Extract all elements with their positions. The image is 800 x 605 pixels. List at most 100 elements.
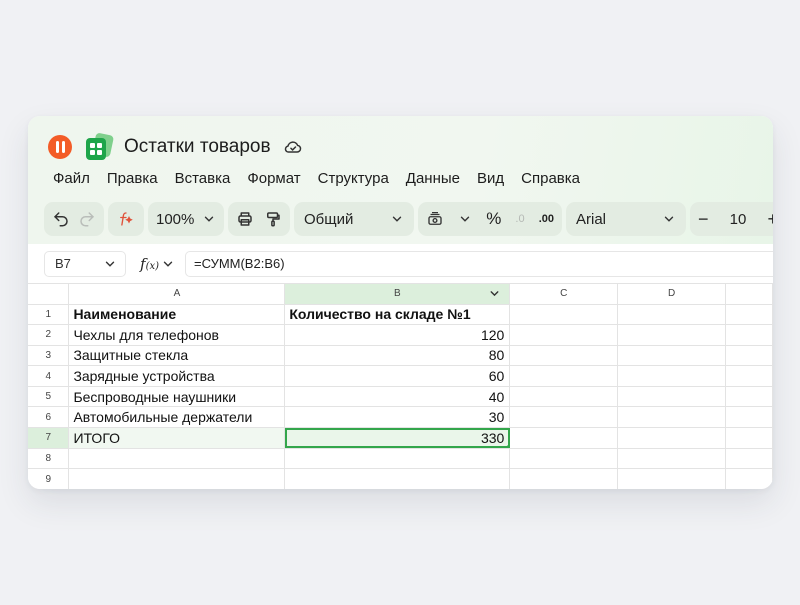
formula-bar: B7 f(x) =СУММ(B2:B6)	[28, 244, 773, 284]
function-button[interactable]: f(x)	[140, 255, 175, 273]
menu-structure[interactable]: Структура	[318, 170, 389, 187]
cell-e3[interactable]	[725, 345, 773, 367]
cell-a5[interactable]: Беспроводные наушники	[68, 386, 286, 408]
ai-formula-button[interactable]	[108, 202, 144, 236]
decrease-decimals-button[interactable]: .0	[515, 202, 524, 236]
cell-c6[interactable]	[509, 406, 619, 429]
font-size-increase-button[interactable]: +	[767, 202, 773, 236]
cell-a1[interactable]: Наименование	[68, 304, 286, 326]
cell-d8[interactable]	[617, 448, 727, 470]
chevron-down-icon	[105, 261, 115, 267]
yandex-logo-icon[interactable]	[48, 135, 72, 159]
column-header-e[interactable]	[725, 284, 773, 305]
number-format-value: Общий	[304, 210, 354, 228]
cell-e5[interactable]	[725, 386, 773, 408]
font-size-decrease-button[interactable]: −	[698, 202, 709, 236]
percent-button[interactable]: %	[486, 202, 501, 236]
redo-button[interactable]	[78, 202, 96, 236]
cell-b5[interactable]: 40	[284, 386, 511, 408]
formula-input[interactable]: =СУММ(B2:B6)	[185, 250, 773, 277]
menu-edit[interactable]: Правка	[107, 170, 158, 187]
ai-function-icon	[120, 212, 133, 226]
cell-b6[interactable]: 30	[284, 406, 511, 429]
table-row: 9	[28, 468, 773, 489]
cell-d9[interactable]	[617, 468, 727, 489]
zoom-value: 100%	[156, 210, 195, 228]
column-header-a[interactable]: A	[68, 284, 286, 305]
cell-c3[interactable]	[509, 345, 619, 367]
cell-c1[interactable]	[509, 304, 619, 326]
cell-b4[interactable]: 60	[284, 365, 511, 387]
cell-d6[interactable]	[617, 406, 727, 429]
menu-data[interactable]: Данные	[406, 170, 460, 187]
cell-a6[interactable]: Автомобильные держатели	[68, 406, 286, 429]
menu-file[interactable]: Файл	[53, 170, 90, 187]
cell-d2[interactable]	[617, 324, 727, 346]
font-size-value[interactable]: 10	[730, 211, 747, 228]
cell-c7[interactable]	[509, 427, 619, 449]
increase-decimals-button[interactable]: .00	[539, 202, 554, 236]
font-select[interactable]: Arial	[566, 202, 686, 236]
cell-e9[interactable]	[725, 468, 773, 489]
cell-a7[interactable]: ИТОГО	[68, 427, 286, 449]
row-header[interactable]: 5	[28, 386, 70, 408]
cell-b2[interactable]: 120	[284, 324, 511, 346]
name-box[interactable]: B7	[44, 250, 126, 277]
menu-view[interactable]: Вид	[477, 170, 504, 187]
column-header-c[interactable]: C	[509, 284, 619, 305]
row-header[interactable]: 3	[28, 345, 70, 367]
cell-c5[interactable]	[509, 386, 619, 408]
cell-a4[interactable]: Зарядные устройства	[68, 365, 286, 387]
cell-c8[interactable]	[509, 448, 619, 470]
cell-e4[interactable]	[725, 365, 773, 387]
row-header[interactable]: 7	[28, 427, 70, 449]
active-cell-b7[interactable]: 330	[284, 427, 511, 449]
cell-b9[interactable]	[284, 468, 511, 489]
undo-redo-group	[44, 202, 104, 236]
fill-handle[interactable]	[506, 444, 509, 448]
print-button[interactable]	[236, 202, 254, 236]
cell-d4[interactable]	[617, 365, 727, 387]
cell-d7[interactable]	[617, 427, 727, 449]
spreadsheet-grid[interactable]: A B C D 1 Наименование Количество на скл…	[28, 284, 773, 489]
cell-d1[interactable]	[617, 304, 727, 326]
menu-help[interactable]: Справка	[521, 170, 580, 187]
column-menu-chevron-icon[interactable]	[488, 287, 501, 300]
cell-e8[interactable]	[725, 448, 773, 470]
cell-a8[interactable]	[68, 448, 286, 470]
zoom-select[interactable]: 100%	[148, 202, 224, 236]
paint-format-button[interactable]	[264, 202, 282, 236]
cell-d3[interactable]	[617, 345, 727, 367]
row-header[interactable]: 2	[28, 324, 70, 346]
cell-c9[interactable]	[509, 468, 619, 489]
menu-format[interactable]: Формат	[247, 170, 300, 187]
cell-a9[interactable]	[68, 468, 286, 489]
column-header-b[interactable]: B	[284, 284, 511, 305]
number-format-select[interactable]: Общий	[294, 202, 414, 236]
document-title[interactable]: Остатки товаров	[124, 136, 271, 158]
menu-insert[interactable]: Вставка	[175, 170, 231, 187]
cell-e1[interactable]	[725, 304, 773, 326]
cell-a3[interactable]: Защитные стекла	[68, 345, 286, 367]
currency-format-button[interactable]	[426, 202, 444, 236]
cell-e7[interactable]	[725, 427, 773, 449]
cell-b1[interactable]: Количество на складе №1	[284, 304, 511, 326]
chevron-down-icon[interactable]	[458, 212, 472, 226]
cell-e6[interactable]	[725, 406, 773, 429]
cell-e2[interactable]	[725, 324, 773, 346]
column-header-d[interactable]: D	[617, 284, 727, 305]
cell-b3[interactable]: 80	[284, 345, 511, 367]
cell-a2[interactable]: Чехлы для телефонов	[68, 324, 286, 346]
undo-button[interactable]	[52, 202, 70, 236]
cell-c4[interactable]	[509, 365, 619, 387]
cloud-saved-icon[interactable]	[283, 137, 303, 157]
cell-b8[interactable]	[284, 448, 511, 470]
cell-d5[interactable]	[617, 386, 727, 408]
row-header[interactable]: 9	[28, 468, 70, 489]
cell-c2[interactable]	[509, 324, 619, 346]
select-all-corner[interactable]	[28, 284, 70, 305]
row-header[interactable]: 8	[28, 448, 70, 470]
row-header[interactable]: 1	[28, 304, 70, 326]
row-header[interactable]: 4	[28, 365, 70, 387]
row-header[interactable]: 6	[28, 406, 70, 429]
